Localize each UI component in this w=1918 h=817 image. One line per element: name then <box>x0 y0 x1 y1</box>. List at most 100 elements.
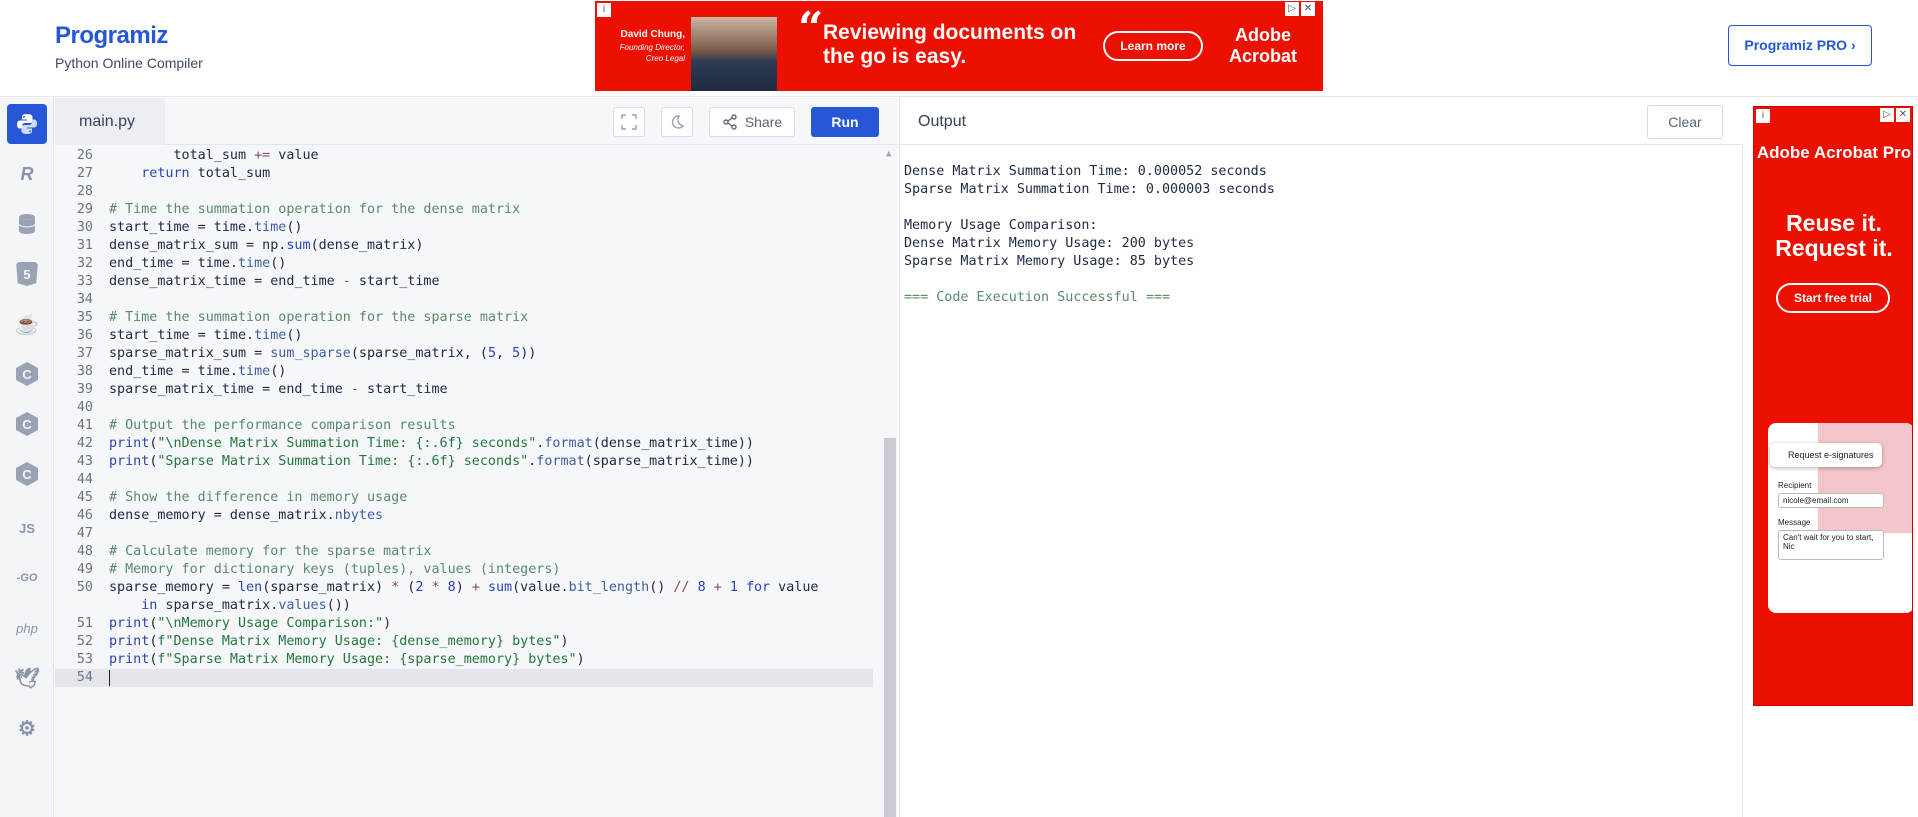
editor-toolbar: main.py Share Run <box>55 98 898 145</box>
ad-choices-icon[interactable]: ▷ <box>1285 2 1299 16</box>
code-line[interactable]: 40 <box>55 399 873 417</box>
output-header: Output Clear <box>899 98 1743 145</box>
code-line[interactable]: 38 end_time = time.time() <box>55 363 873 381</box>
code-line[interactable]: 39 sparse_matrix_time = end_time - start_… <box>55 381 873 399</box>
clear-button[interactable]: Clear <box>1647 105 1723 139</box>
r-language-icon[interactable]: R <box>7 154 47 194</box>
top-bar: Programiz Python Online Compiler i ▷ ✕ D… <box>0 0 1918 97</box>
code-line[interactable]: 35 # Time the summation operation for the… <box>55 309 873 327</box>
language-sidebar: R 5 ☕ C C C JS -GO php 🕊 ⚙ <box>0 98 54 817</box>
rust-icon[interactable]: ⚙ <box>7 708 47 748</box>
java-icon[interactable]: ☕ <box>7 304 47 344</box>
code-line[interactable]: 36 start_time = time.time() <box>55 327 873 345</box>
line-number: 45 <box>76 490 93 505</box>
code-text: # Time the summation operation for the d… <box>109 202 521 217</box>
code-text: # Show the difference in memory usage <box>109 490 408 505</box>
cpp-language-icon[interactable]: C <box>7 404 47 444</box>
output-line: Dense Matrix Memory Usage: 200 bytes <box>904 236 1195 251</box>
fullscreen-icon[interactable] <box>613 107 645 137</box>
code-editor[interactable]: ▲ 26 total_sum += value 27 return total_s… <box>55 145 898 817</box>
tab-main-py[interactable]: main.py <box>55 98 165 145</box>
javascript-icon[interactable]: JS <box>7 508 47 548</box>
code-text: print(f"Sparse Matrix Memory Usage: {spa… <box>109 652 585 667</box>
code-line[interactable]: 26 total_sum += value <box>55 147 873 165</box>
code-line[interactable]: 43 print("Sparse Matrix Summation Time: {… <box>55 453 873 471</box>
sql-database-icon[interactable] <box>7 204 47 244</box>
go-language-icon[interactable]: -GO <box>7 558 47 598</box>
swift-icon[interactable]: 🕊 <box>7 658 47 698</box>
code-line[interactable]: 49 # Memory for dictionary keys (tuples),… <box>55 561 873 579</box>
code-text: return total_sum <box>141 166 271 181</box>
code-line[interactable]: 33 dense_matrix_time = end_time - start_t… <box>55 273 873 291</box>
share-button[interactable]: Share <box>709 107 795 137</box>
programiz-pro-button[interactable]: Programiz PRO › <box>1728 25 1872 66</box>
line-number: 30 <box>76 220 93 235</box>
code-line[interactable]: 47 <box>55 525 873 543</box>
code-text: sparse_matrix_time = end_time - start_ti… <box>109 382 448 397</box>
code-line[interactable]: 41 # Output the performance comparison re… <box>55 417 873 435</box>
ad-side-headline: Reuse it. Request it. <box>1775 210 1893 261</box>
code-line[interactable]: 51 print("\nMemory Usage Comparison:") <box>55 615 873 633</box>
recipient-field: nicole@email.com <box>1778 493 1884 508</box>
line-number: 29 <box>76 202 93 217</box>
code-line[interactable]: 46 dense_memory = dense_matrix.nbytes <box>55 507 873 525</box>
ad-side-close-icon[interactable]: ✕ <box>1896 108 1910 122</box>
code-line[interactable]: 53 print(f"Sparse Matrix Memory Usage: {s… <box>55 651 873 669</box>
share-icon <box>723 114 737 130</box>
ad-side-cta-button[interactable]: Start free trial <box>1776 283 1890 313</box>
programiz-logo[interactable]: Programiz Python Online Compiler <box>55 22 203 71</box>
code-line[interactable]: 28 <box>55 183 873 201</box>
ad-learn-more-button[interactable]: Learn more <box>1103 31 1203 61</box>
line-number: 28 <box>76 184 93 199</box>
code-line[interactable]: 50 sparse_memory = len(sparse_matrix) * (… <box>55 579 873 597</box>
code-text: end_time = time.time() <box>109 364 287 379</box>
code-line[interactable]: 48 # Calculate memory for the sparse matr… <box>55 543 873 561</box>
line-number: 46 <box>76 508 93 523</box>
scroll-up-arrow-icon[interactable]: ▲ <box>886 149 891 159</box>
message-field: Can't wait for you to start, Nic <box>1778 530 1884 560</box>
code-line[interactable]: 30 start_time = time.time() <box>55 219 873 237</box>
output-console: Dense Matrix Summation Time: 0.000052 se… <box>899 145 1743 817</box>
line-number: 44 <box>76 472 93 487</box>
run-button[interactable]: Run <box>811 107 879 137</box>
code-text: # Time the summation operation for the s… <box>109 310 529 325</box>
output-title: Output <box>918 113 967 130</box>
line-number: 38 <box>76 364 93 379</box>
line-number: 50 <box>76 580 93 595</box>
code-line[interactable]: 45 # Show the difference in memory usage <box>55 489 873 507</box>
code-line[interactable]: 52 print(f"Dense Matrix Memory Usage: {de… <box>55 633 873 651</box>
code-text: sparse_memory = len(sparse_matrix) * (2 … <box>109 580 819 595</box>
code-text: # Output the performance comparison resu… <box>109 418 456 433</box>
code-line[interactable]: 29 # Time the summation operation for the… <box>55 201 873 219</box>
ad-side-choices-icon[interactable]: ▷ <box>1880 108 1894 122</box>
code-line[interactable]: 27 return total_sum <box>55 165 873 183</box>
ad-brand: Adobe Acrobat <box>1228 25 1297 66</box>
html5-icon[interactable]: 5 <box>7 254 47 294</box>
dark-mode-moon-icon[interactable] <box>661 107 693 137</box>
code-line[interactable]: 54 <box>55 669 873 687</box>
output-line: Memory Usage Comparison: <box>904 218 1098 233</box>
code-line[interactable]: 32 end_time = time.time() <box>55 255 873 273</box>
code-line[interactable]: 37 sparse_matrix_sum = sum_sparse(sparse_… <box>55 345 873 363</box>
code-line[interactable]: in sparse_matrix.values()) <box>55 597 873 615</box>
top-banner-ad[interactable]: i ▷ ✕ David Chung, Founding Director, Cr… <box>595 1 1323 91</box>
side-banner-ad[interactable]: i ▷ ✕ Adobe Acrobat Pro Reuse it. Reques… <box>1753 106 1913 706</box>
python-icon[interactable] <box>7 104 47 144</box>
line-number: 41 <box>76 418 93 433</box>
output-line: Sparse Matrix Memory Usage: 85 bytes <box>904 254 1195 269</box>
code-line[interactable]: 42 print("\nDense Matrix Summation Time: … <box>55 435 873 453</box>
code-line[interactable]: 44 <box>55 471 873 489</box>
quote-mark-icon: “ <box>798 3 824 54</box>
ad-close-icon[interactable]: ✕ <box>1301 2 1315 16</box>
code-text: print(f"Dense Matrix Memory Usage: {dens… <box>109 634 569 649</box>
php-icon[interactable]: php <box>7 608 47 648</box>
editor-scrollbar[interactable] <box>884 438 896 817</box>
ad-side-brand: Adobe Acrobat Pro <box>1756 143 1912 162</box>
csharp-language-icon[interactable]: C <box>7 454 47 494</box>
c-language-icon[interactable]: C <box>7 354 47 394</box>
code-line[interactable]: 34 <box>55 291 873 309</box>
ad-side-info-icon[interactable]: i <box>1756 109 1770 123</box>
code-line[interactable]: 31 dense_matrix_sum = np.sum(dense_matrix… <box>55 237 873 255</box>
ad-info-icon[interactable]: i <box>597 3 611 17</box>
logo-text: rogramiz <box>70 22 169 49</box>
